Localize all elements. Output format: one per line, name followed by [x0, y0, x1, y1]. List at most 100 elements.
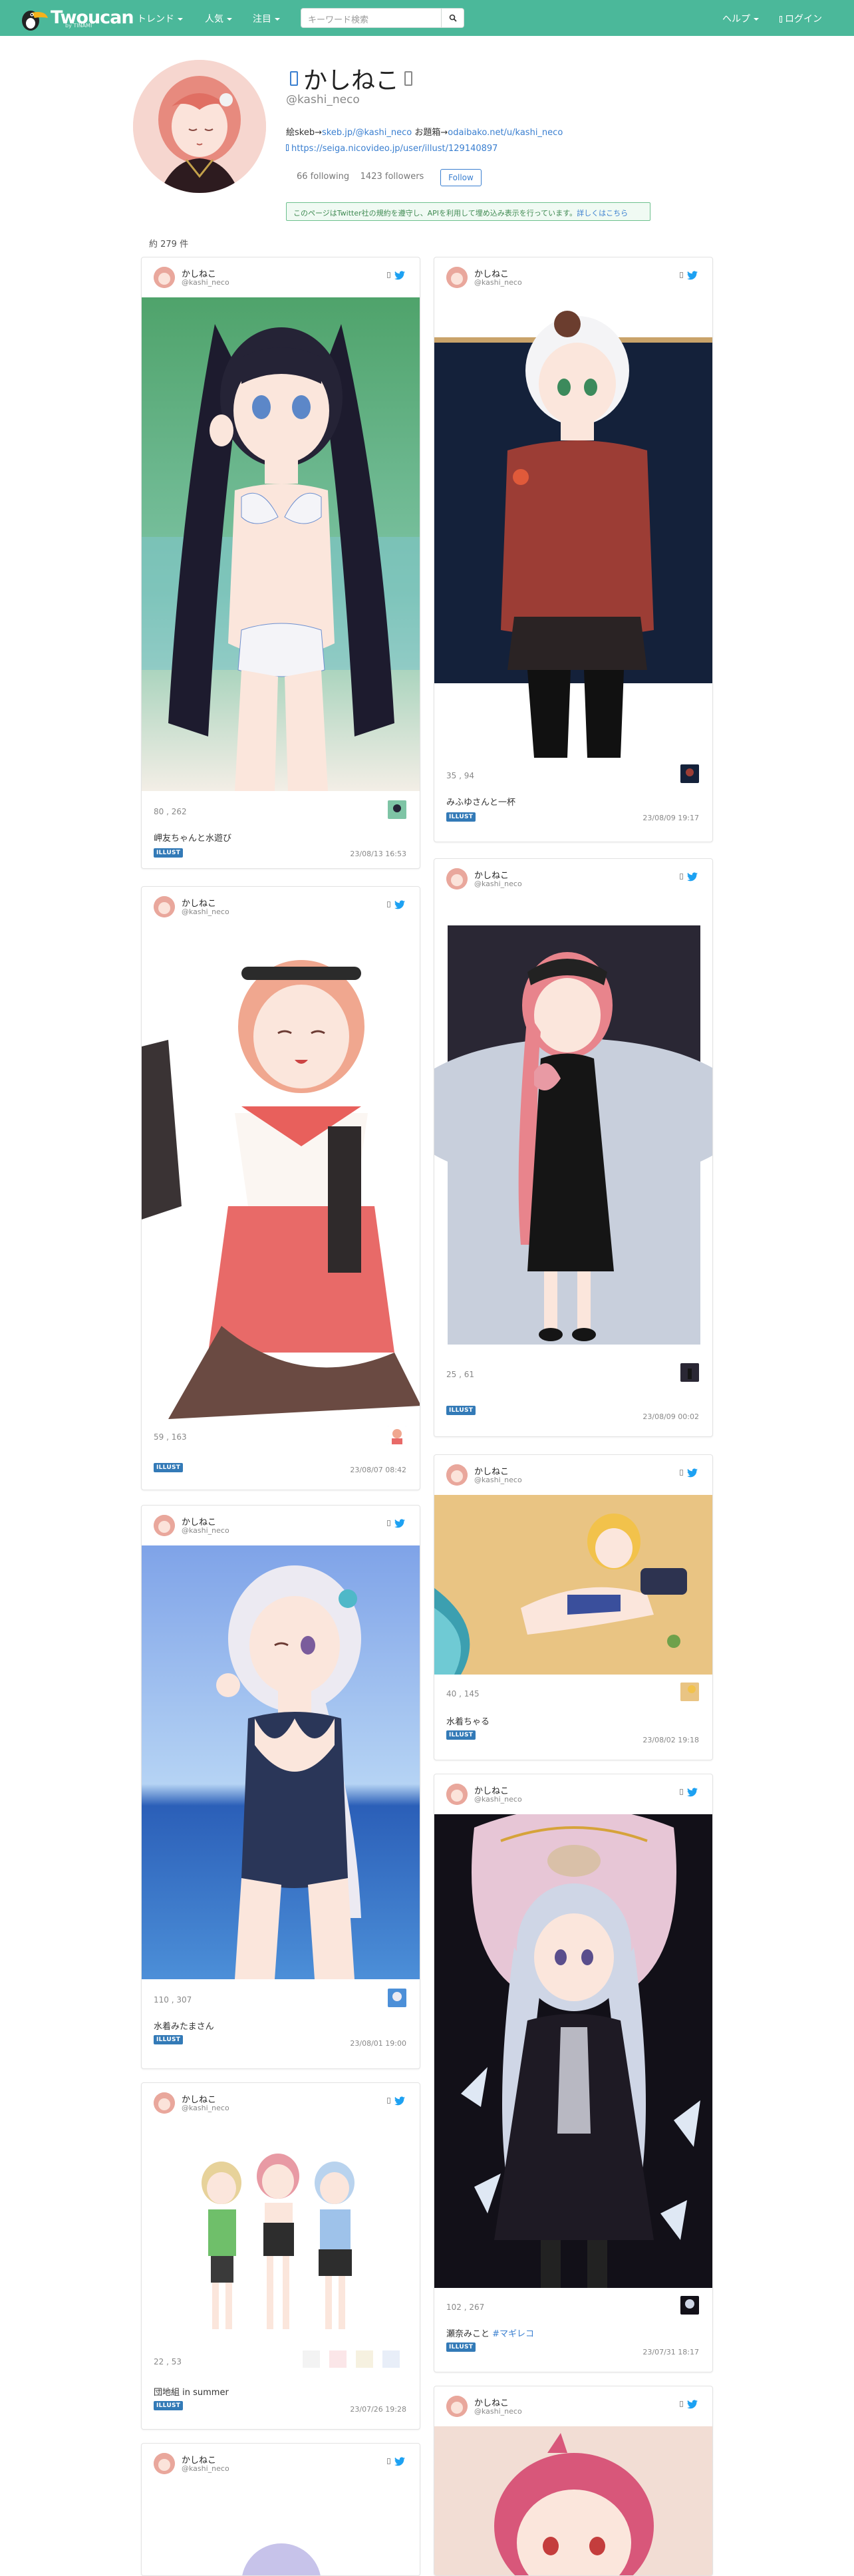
image-thumbnail[interactable]	[356, 2350, 373, 2368]
flag-icon[interactable]	[680, 2401, 683, 2407]
nav-popular[interactable]: 人気	[205, 12, 232, 25]
illust-badge[interactable]: ILLUST	[154, 2035, 184, 2044]
profile-url[interactable]: https://seiga.nicovideo.jp/user/illust/1…	[286, 144, 498, 154]
following-count[interactable]: 66 following	[297, 172, 349, 182]
twitter-bird-icon[interactable]	[394, 900, 405, 909]
tweet-date[interactable]: 23/08/02 19:18	[642, 1736, 699, 1744]
illustration-image[interactable]	[142, 2123, 420, 2349]
tweet-card[interactable]: かしねこ @kashi_neco 110 , 307 水着みたまさん ILLUS…	[141, 1505, 420, 2069]
search-button[interactable]	[442, 8, 464, 28]
tweet-card[interactable]: かしねこ @kashi_neco 22 , 53 団地組 in summer I…	[141, 2082, 420, 2430]
twitter-bird-icon[interactable]	[687, 1788, 698, 1797]
tweet-card[interactable]: かしねこ @kashi_neco	[434, 2386, 713, 2576]
avatar[interactable]	[154, 896, 175, 917]
image-thumbnail[interactable]	[388, 1989, 406, 2007]
flag-icon[interactable]	[680, 1789, 683, 1795]
illust-badge[interactable]: ILLUST	[154, 1463, 184, 1472]
avatar[interactable]	[446, 1464, 468, 1486]
twitter-bird-icon[interactable]	[394, 2096, 405, 2106]
image-thumbnail[interactable]	[680, 1683, 699, 1701]
flag-icon[interactable]	[387, 272, 390, 278]
tweet-date[interactable]: 23/07/31 18:17	[642, 2348, 699, 2356]
tweet-card[interactable]: かしねこ @kashi_neco 25 , 61 ILLUST 23/08/09…	[434, 858, 713, 1437]
illustration-image[interactable]	[142, 1545, 420, 1979]
illustration-image[interactable]	[434, 899, 712, 1391]
avatar[interactable]	[446, 868, 468, 889]
notice-details-link[interactable]: 詳しくはこちら	[577, 209, 628, 218]
hashtag-link[interactable]: #マギレコ	[492, 2329, 534, 2339]
illust-badge[interactable]: ILLUST	[154, 2401, 184, 2410]
illust-badge[interactable]: ILLUST	[154, 848, 184, 858]
search-input[interactable]: キーワード検索	[301, 8, 442, 28]
tweet-date[interactable]: 23/08/01 19:00	[350, 2039, 406, 2048]
twitter-bird-icon[interactable]	[687, 2400, 698, 2409]
tweet-date[interactable]: 23/08/09 19:17	[642, 814, 699, 822]
illustration-image[interactable]	[142, 2484, 420, 2575]
image-thumbnail[interactable]	[388, 800, 406, 819]
tweet-card[interactable]: かしねこ @kashi_neco 102 , 267 瀬奈みこと #マギレコ I…	[434, 1774, 713, 2372]
twitter-bird-icon[interactable]	[394, 2457, 405, 2466]
follow-button[interactable]: Follow	[440, 169, 482, 186]
tweet-card[interactable]: かしねこ @kashi_neco 40 , 145 水着ちゃる ILLUST 2…	[434, 1454, 713, 1760]
twitter-bird-icon[interactable]	[687, 1468, 698, 1478]
flag-icon[interactable]	[680, 1470, 683, 1476]
tweet-date[interactable]: 23/08/13 16:53	[350, 850, 406, 858]
avatar[interactable]	[154, 1515, 175, 1536]
tweet-date[interactable]: 23/08/07 08:42	[350, 1466, 406, 1474]
author-handle: @kashi_neco	[182, 278, 229, 287]
image-thumbnail[interactable]	[680, 1363, 699, 1382]
avatar[interactable]	[446, 1784, 468, 1805]
flag-icon[interactable]	[680, 272, 683, 278]
nav-featured[interactable]: 注目	[253, 12, 280, 25]
image-thumbnail[interactable]	[388, 1426, 406, 1444]
illust-badge[interactable]: ILLUST	[446, 812, 476, 822]
avatar[interactable]	[446, 2396, 468, 2417]
image-thumbnail[interactable]	[680, 764, 699, 783]
tweet-card[interactable]: かしねこ @kashi_neco	[141, 2443, 420, 2576]
avatar[interactable]	[154, 267, 175, 288]
illustration-image[interactable]	[142, 927, 420, 1419]
nav-trend-label: トレンド	[137, 14, 174, 25]
bio-odai-link[interactable]: odaibako.net/u/kashi_neco	[448, 128, 563, 138]
image-thumbnail[interactable]	[303, 2350, 320, 2368]
avatar[interactable]	[446, 267, 468, 288]
tweet-text: 水着みたまさん	[154, 2022, 214, 2032]
avatar[interactable]	[154, 2453, 175, 2474]
nav-login[interactable]: ログイン	[780, 12, 822, 25]
illust-badge[interactable]: ILLUST	[446, 1406, 476, 1415]
followers-count[interactable]: 1423 followers	[360, 172, 424, 182]
bio-skeb-label: skeb	[295, 128, 315, 138]
nav-trend[interactable]: トレンド	[137, 12, 183, 25]
image-thumbnail[interactable]	[382, 2350, 400, 2368]
twitter-bird-icon[interactable]	[687, 872, 698, 882]
avatar[interactable]	[154, 2092, 175, 2114]
profile-avatar	[133, 60, 266, 193]
illustration-image[interactable]	[434, 297, 712, 758]
flag-icon[interactable]	[387, 901, 390, 907]
tweet-card[interactable]: かしねこ @kashi_neco 80 , 262 岬友ちゃんと水遊び ILLU…	[141, 257, 420, 869]
illust-badge[interactable]: ILLUST	[446, 2342, 476, 2352]
tweet-card[interactable]: かしねこ @kashi_neco 35 , 94 みふゆさんと一杯 ILLUST…	[434, 257, 713, 842]
profile-url-link[interactable]: https://seiga.nicovideo.jp/user/illust/1…	[291, 144, 498, 154]
illustration-image[interactable]	[142, 297, 420, 791]
flag-icon[interactable]	[387, 2458, 390, 2464]
bio-odai-label: お題箱	[414, 128, 441, 138]
illustration-image[interactable]	[434, 1814, 712, 2288]
bio-skeb-link[interactable]: skeb.jp/@kashi_neco	[322, 128, 412, 138]
image-thumbnail[interactable]	[680, 2296, 699, 2315]
twitter-bird-icon[interactable]	[687, 271, 698, 280]
nav-help[interactable]: ヘルプ	[722, 12, 759, 25]
link-icon	[286, 144, 289, 151]
twitter-bird-icon[interactable]	[394, 271, 405, 280]
flag-icon[interactable]	[680, 874, 683, 880]
illustration-image[interactable]	[434, 2426, 712, 2575]
tweet-card[interactable]: かしねこ @kashi_neco 59 , 163 ILLUST 23/08/0…	[141, 886, 420, 1490]
flag-icon[interactable]	[387, 1520, 390, 1526]
image-thumbnail[interactable]	[329, 2350, 347, 2368]
tweet-date[interactable]: 23/08/09 00:02	[642, 1412, 699, 1421]
flag-icon[interactable]	[387, 2098, 390, 2104]
twitter-bird-icon[interactable]	[394, 1519, 405, 1528]
tweet-date[interactable]: 23/07/26 19:28	[350, 2405, 406, 2414]
illustration-image[interactable]	[434, 1495, 712, 1675]
illust-badge[interactable]: ILLUST	[446, 1730, 476, 1740]
